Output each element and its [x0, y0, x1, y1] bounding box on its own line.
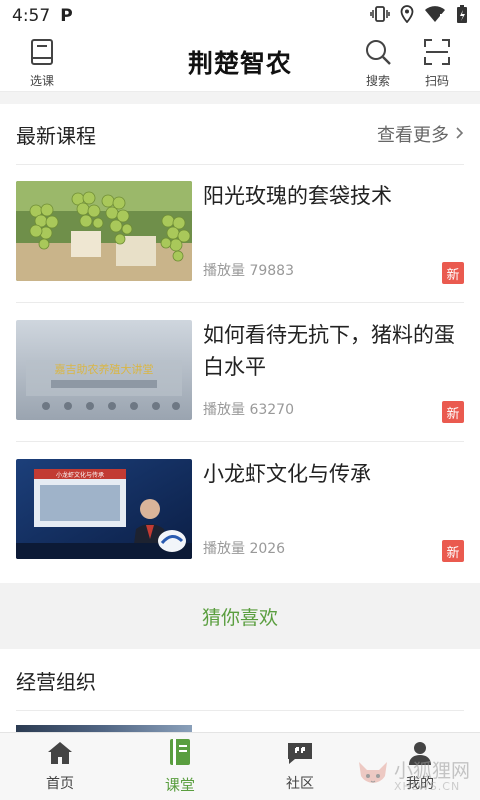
watermark-en: XHLWS.CN — [393, 780, 461, 793]
nav-classroom-label: 课堂 — [164, 776, 195, 794]
course-thumbnail-lecture: 嘉吉助农养殖大讲堂 — [16, 320, 192, 420]
fox-logo-icon — [356, 758, 390, 796]
business-org-header: 经营组织 — [0, 650, 480, 710]
course-thumbnail-news: 小龙虾文化与传承 — [16, 459, 192, 559]
status-bar: 4:57 P — [0, 0, 480, 32]
status-time: 4:57 — [12, 6, 51, 26]
scan-icon — [423, 38, 451, 70]
latest-courses-header: 最新课程 查看更多 — [0, 104, 480, 164]
course-title: 如何看待无抗下，猪料的蛋白水平 — [203, 323, 455, 379]
book-icon — [168, 738, 192, 770]
view-more-label: 查看更多 — [377, 125, 449, 146]
new-badge: 新 — [442, 540, 464, 562]
new-badge: 新 — [442, 401, 464, 423]
guess-you-like-button[interactable]: 猜你喜欢 — [0, 583, 480, 649]
search-label: 搜索 — [365, 74, 390, 88]
course-item[interactable]: 阳光玫瑰的套袋技术 播放量 79883 新 — [0, 164, 480, 302]
search-icon — [364, 38, 392, 70]
course-title: 阳光玫瑰的套袋技术 — [203, 184, 392, 208]
parking-notification-icon: P — [60, 6, 73, 26]
course-thumbnail-grapes — [16, 181, 192, 281]
scan-label: 扫码 — [424, 74, 449, 88]
nav-home[interactable]: 首页 — [0, 733, 120, 800]
header-separator — [0, 92, 480, 104]
thumb-caption: 嘉吉助农养殖大讲堂 — [55, 362, 154, 376]
nav-community-label: 社区 — [286, 775, 314, 792]
chat-quote-icon — [287, 741, 313, 769]
location-icon — [400, 4, 414, 28]
app-header: 选课 荆楚智农 搜索 扫码 — [0, 32, 480, 92]
play-count: 播放量 2026 — [203, 541, 286, 557]
site-watermark: 小狐狸网 XHLWS.CN — [356, 758, 470, 796]
new-badge: 新 — [442, 262, 464, 284]
divider — [16, 710, 464, 711]
business-org-title: 经营组织 — [16, 669, 96, 694]
course-item[interactable]: 嘉吉助农养殖大讲堂 如何看待无抗下，猪料的蛋白水平 播放量 63270 新 — [0, 303, 480, 441]
play-count: 播放量 63270 — [203, 402, 294, 418]
select-course-label: 选课 — [29, 74, 54, 88]
play-count: 播放量 79883 — [203, 263, 294, 279]
battery-charging-icon — [456, 4, 468, 29]
page-title: 荆楚智农 — [187, 48, 292, 78]
book-icon — [29, 38, 55, 70]
watermark-cn: 小狐狸网 — [393, 760, 470, 782]
nav-classroom[interactable]: 课堂 — [120, 733, 240, 800]
scan-button[interactable]: 扫码 — [411, 38, 463, 89]
course-title: 小龙虾文化与传承 — [203, 462, 371, 486]
nav-community[interactable]: 社区 — [240, 733, 360, 800]
wifi-icon — [424, 5, 446, 28]
view-more-link[interactable]: 查看更多 — [377, 121, 464, 147]
select-course-button[interactable]: 选课 — [16, 38, 68, 89]
latest-courses-title: 最新课程 — [16, 123, 96, 148]
search-button[interactable]: 搜索 — [352, 38, 404, 89]
nav-home-label: 首页 — [46, 775, 74, 792]
chevron-right-icon — [455, 124, 464, 145]
course-item[interactable]: 小龙虾文化与传承 小龙虾文化与传承 播放量 2026 新 — [0, 442, 480, 580]
vibrate-icon — [370, 5, 390, 28]
guess-you-like-label: 猜你喜欢 — [201, 606, 278, 629]
home-icon — [47, 741, 73, 769]
thumb-caption: 小龙虾文化与传承 — [56, 471, 104, 479]
